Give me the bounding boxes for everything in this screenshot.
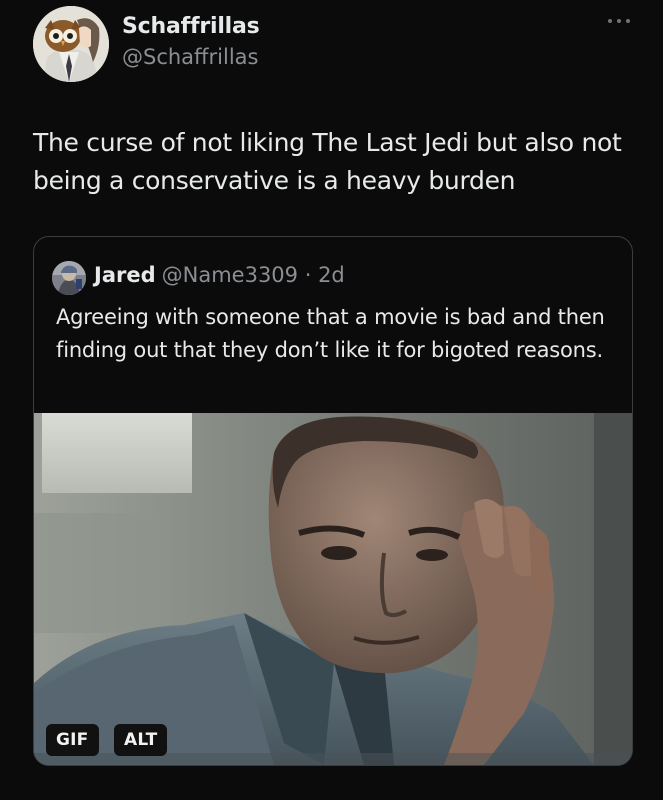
author-name[interactable]: Schaffrillas bbox=[122, 14, 260, 39]
more-horizontal-icon[interactable] bbox=[606, 14, 632, 28]
quoted-author-handle[interactable]: @Name3309 bbox=[162, 263, 298, 287]
quoted-tweet-gif[interactable] bbox=[34, 413, 632, 765]
author-handle[interactable]: @Schaffrillas bbox=[122, 45, 258, 69]
gif-frame-image bbox=[34, 413, 632, 765]
header-separator: · bbox=[298, 263, 319, 287]
author-avatar[interactable] bbox=[33, 6, 109, 82]
quoted-author-name[interactable]: Jared bbox=[94, 263, 156, 287]
tweet-text: The curse of not liking The Last Jedi bu… bbox=[33, 128, 622, 195]
quoted-tweet-header: Jared @Name3309 · 2d bbox=[94, 263, 345, 287]
more-dots-icon bbox=[608, 19, 630, 23]
quoted-tweet-time[interactable]: 2d bbox=[318, 263, 345, 287]
quoted-tweet-text: Agreeing with someone that a movie is ba… bbox=[56, 305, 605, 362]
owl-avatar-icon bbox=[33, 6, 109, 82]
alt-badge[interactable]: ALT bbox=[114, 724, 168, 756]
jared-avatar-icon bbox=[52, 261, 86, 295]
tweet: Schaffrillas @Schaffrillas The curse of … bbox=[0, 0, 663, 800]
quoted-author-avatar[interactable] bbox=[52, 261, 86, 295]
quote-tweet-card[interactable]: Jared @Name3309 · 2d Agreeing with someon… bbox=[33, 236, 633, 766]
gif-badge[interactable]: GIF bbox=[46, 724, 99, 756]
